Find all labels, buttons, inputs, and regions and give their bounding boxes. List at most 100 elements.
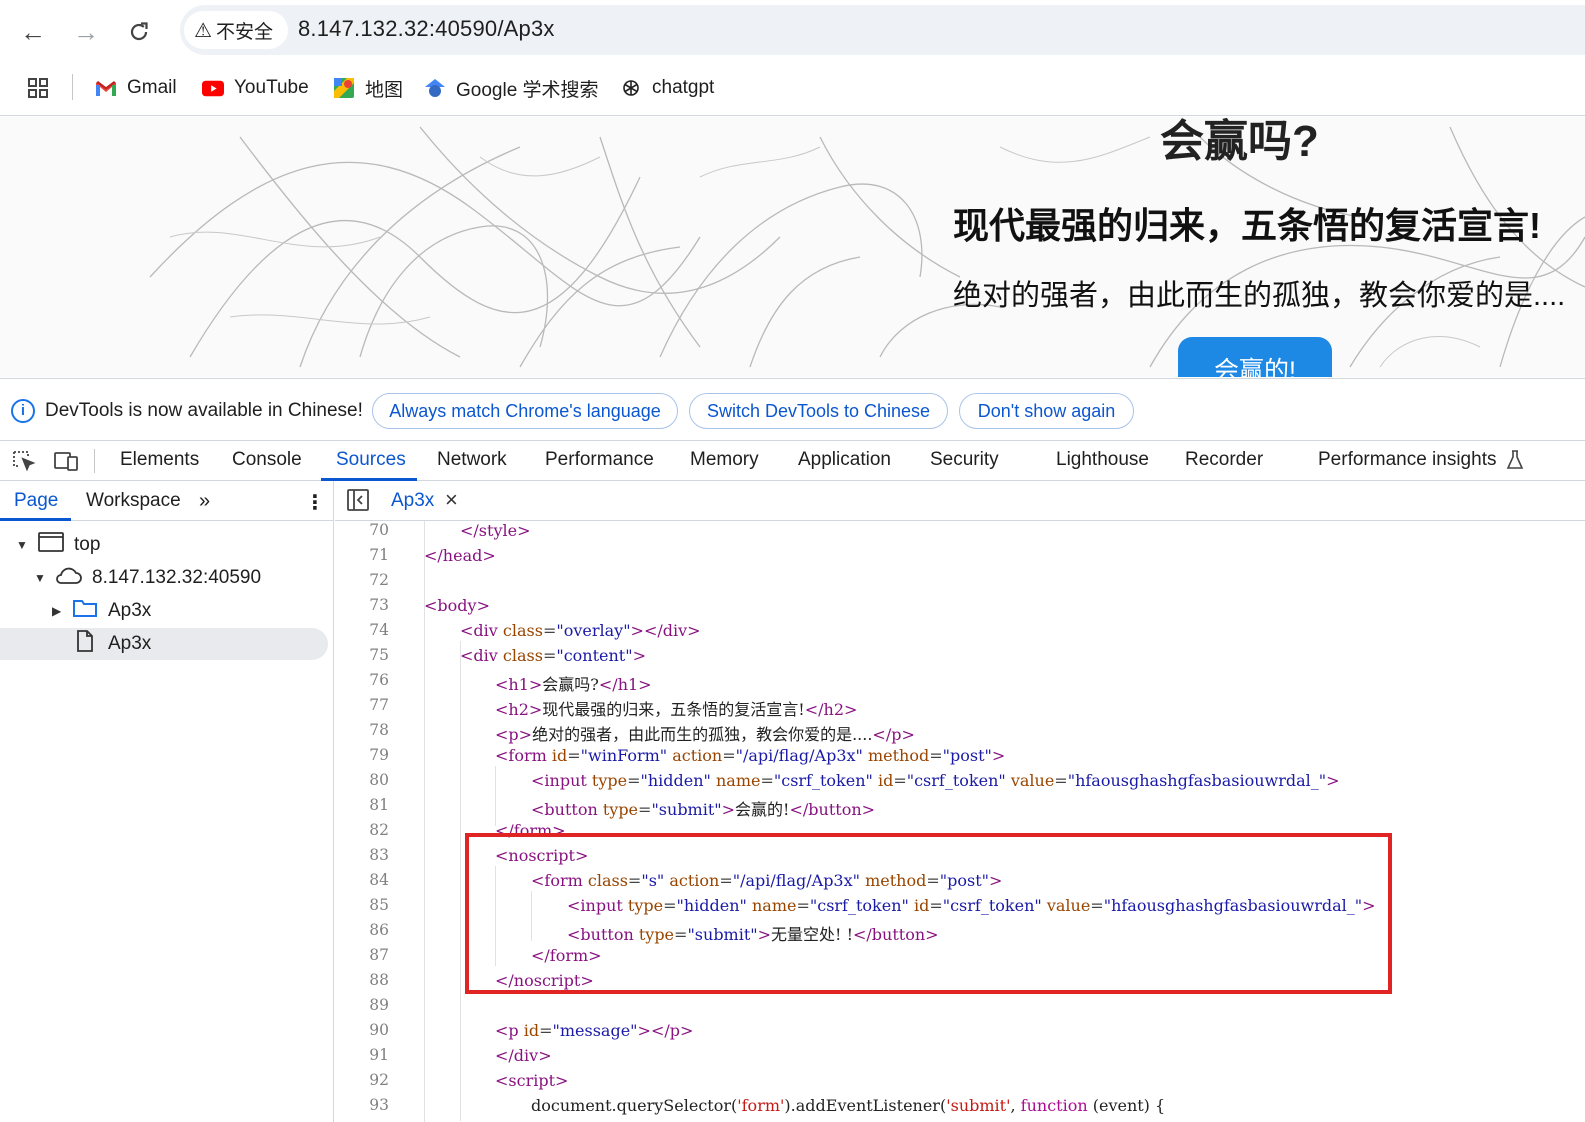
tab-network[interactable]: Network: [437, 449, 507, 471]
bookmarks-bar: Gmail YouTube 地图 Google 学术搜索 chatgpt: [0, 62, 1585, 116]
tab-recorder[interactable]: Recorder: [1185, 449, 1263, 471]
tree-label: 8.147.132.32:40590: [92, 567, 262, 588]
line-number: 87: [369, 946, 389, 964]
infobar-message: DevTools is now available in Chinese!: [45, 400, 363, 421]
tree-item-folder[interactable]: ▶ Ap3x: [0, 595, 328, 627]
subtab-workspace[interactable]: Workspace: [86, 490, 181, 512]
line-number: 73: [369, 596, 389, 614]
indent-guide: [460, 641, 461, 1121]
close-icon[interactable]: ×: [445, 487, 458, 513]
line-number: 76: [369, 671, 389, 689]
active-subtab-indicator: [0, 518, 71, 521]
tab-performance-insights[interactable]: Performance insights: [1318, 449, 1496, 471]
editor-tab-strip: Ap3x ×: [335, 481, 1585, 521]
tab-elements[interactable]: Elements: [120, 449, 199, 471]
line-number: 84: [369, 871, 389, 889]
bookmark-label: chatgpt: [652, 77, 715, 98]
bookmark-youtube[interactable]: YouTube: [202, 75, 309, 101]
device-toolbar-icon[interactable]: [53, 450, 79, 477]
code-line: <div class="overlay"></div>: [460, 621, 701, 640]
chatgpt-icon: [620, 77, 642, 99]
expanded-triangle-icon: ▼: [16, 538, 28, 552]
bookmark-chatgpt[interactable]: chatgpt: [620, 75, 714, 101]
code-view[interactable]: 70 71 72 73 74 75 76 77 78 79 80 81 82 8…: [335, 521, 1585, 1122]
bookmark-label: Google 学术搜索: [456, 79, 599, 101]
line-number: 75: [369, 646, 389, 664]
tab-sources[interactable]: Sources: [336, 449, 406, 471]
reload-icon[interactable]: [119, 12, 159, 52]
code-line: <p>绝对的强者，由此而生的孤独，教会你爱的是....</p>: [495, 725, 915, 744]
tree-label: Ap3x: [108, 633, 152, 654]
code-line: <div class="content">: [460, 646, 646, 665]
code-line: </style>: [460, 521, 531, 540]
url-text[interactable]: 8.147.132.32:40590/Ap3x: [298, 16, 555, 42]
tree-item-host[interactable]: ▼ 8.147.132.32:40590: [0, 562, 328, 594]
tab-console[interactable]: Console: [232, 449, 302, 471]
code-line: <p id="message"></p>: [495, 1021, 694, 1040]
warning-icon: ⚠: [194, 19, 212, 42]
bookmark-label: 地图: [365, 79, 404, 101]
bookmark-maps[interactable]: 地图: [333, 75, 403, 101]
page-heading-h1: 会赢吗?: [1160, 117, 1319, 166]
line-number: 85: [369, 896, 389, 914]
line-number: 92: [369, 1071, 389, 1089]
tree-label: top: [74, 534, 101, 555]
line-number: 77: [369, 696, 389, 714]
tab-memory[interactable]: Memory: [690, 449, 759, 471]
always-match-language-button[interactable]: Always match Chrome's language: [372, 393, 678, 429]
back-arrow-icon[interactable]: ←: [13, 12, 53, 52]
browser-toolbar: ← → ⚠ 不安全 8.147.132.32:40590/Ap3x: [0, 0, 1585, 62]
more-options-icon[interactable]: ⋮: [305, 490, 325, 515]
toolbar-divider: [94, 449, 95, 473]
code-line: <button type="submit">会赢的!</button>: [531, 800, 876, 819]
code-line: <input type="hidden" name="csrf_token" i…: [531, 771, 1340, 790]
indent-guide: [495, 766, 496, 826]
line-number: 78: [369, 721, 389, 739]
cloud-icon: [54, 565, 82, 591]
scholar-icon: [424, 77, 446, 99]
bookmark-label: Gmail: [127, 77, 177, 98]
page-viewport: 会赢吗? 现代最强的归来，五条悟的复活宣言! 绝对的强者，由此而生的孤独，教会你…: [0, 117, 1585, 377]
line-number: 89: [369, 996, 389, 1014]
tab-security[interactable]: Security: [930, 449, 999, 471]
switch-to-chinese-button[interactable]: Switch DevTools to Chinese: [689, 393, 948, 429]
inspect-element-icon[interactable]: [12, 450, 36, 477]
maps-icon: [333, 77, 355, 99]
toggle-navigator-icon[interactable]: [347, 489, 369, 516]
bookmark-gmail[interactable]: Gmail: [95, 75, 177, 101]
line-number: 80: [369, 771, 389, 789]
line-number: 86: [369, 921, 389, 939]
tree-item-file[interactable]: Ap3x: [0, 628, 328, 660]
navigator-tabs: Page Workspace » ⋮: [0, 481, 334, 521]
line-number: 70: [369, 521, 389, 539]
tree-item-top[interactable]: ▼ top: [0, 529, 328, 561]
sources-editor: Ap3x × 70 71 72 73 74 75 76 77 78 79 80 …: [335, 481, 1585, 1122]
dont-show-again-button[interactable]: Don't show again: [959, 393, 1134, 429]
more-tabs-chevron-icon[interactable]: »: [199, 490, 210, 513]
devtools-tab-bar: Elements Console Sources Network Perform…: [0, 440, 1585, 481]
bookmark-scholar[interactable]: Google 学术搜索: [424, 75, 599, 101]
tab-performance[interactable]: Performance: [545, 449, 654, 471]
page-paragraph: 绝对的强者，由此而生的孤独，教会你爱的是....: [953, 280, 1566, 312]
line-number: 91: [369, 1046, 389, 1064]
forward-arrow-icon[interactable]: →: [66, 12, 106, 52]
line-number: 72: [369, 571, 389, 589]
tab-lighthouse[interactable]: Lighthouse: [1056, 449, 1149, 471]
security-label: 不安全: [215, 21, 273, 43]
bookmark-divider: [72, 74, 73, 100]
frame-icon: [38, 532, 64, 558]
open-file-tab[interactable]: Ap3x: [391, 490, 434, 512]
devtools-language-infobar: i DevTools is now available in Chinese! …: [0, 378, 1585, 440]
line-number: 81: [369, 796, 389, 814]
tab-application[interactable]: Application: [798, 449, 891, 471]
code-line: <h1>会赢吗?</h1>: [495, 675, 652, 694]
line-number: 82: [369, 821, 389, 839]
line-number: 74: [369, 621, 389, 639]
line-number: 93: [369, 1096, 389, 1114]
code-line: document.querySelector('form').addEventL…: [531, 1096, 1166, 1115]
subtab-page[interactable]: Page: [14, 490, 58, 512]
win-submit-button[interactable]: 会赢的!: [1178, 337, 1332, 377]
apps-grid-icon[interactable]: [27, 75, 49, 101]
info-icon: i: [11, 399, 35, 423]
security-chip[interactable]: ⚠ 不安全: [184, 11, 288, 49]
